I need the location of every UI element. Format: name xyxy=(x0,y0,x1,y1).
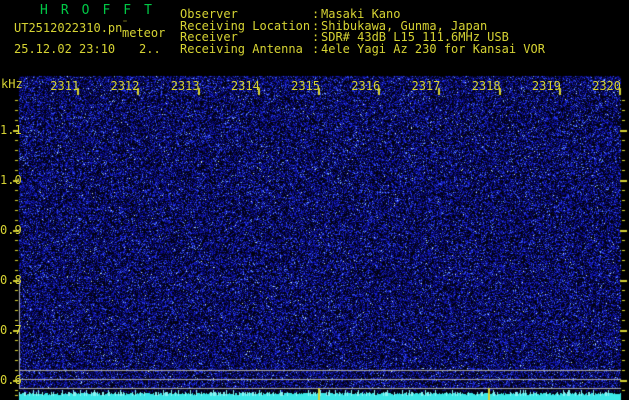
y-axis-tick-label: 0.9 xyxy=(0,223,22,237)
y-axis-tick-label: 0.6 xyxy=(0,373,22,387)
y-axis-unit-label: kHz xyxy=(1,77,23,91)
station-info-row: Receiving Antenna:4ele Yagi Az 230 for K… xyxy=(180,38,545,56)
x-axis-tick-label: 2314 xyxy=(230,79,260,93)
x-axis-tick-label: 2315 xyxy=(291,79,320,93)
info-separator: : xyxy=(312,42,320,56)
y-axis-tick-label: 0.8 xyxy=(0,273,22,287)
datetime-label: 25.12.02 23:10 xyxy=(14,42,116,56)
x-axis-tick-label: 2317 xyxy=(411,79,441,93)
x-axis-tick-label: 2313 xyxy=(170,79,200,93)
station-info-row: Observer: Masaki Kano xyxy=(180,3,400,21)
x-axis-tick-label: 2312 xyxy=(110,79,140,93)
filename-label: UT2512022310.pn xyxy=(14,21,123,35)
counter-label: 2.. xyxy=(139,42,161,56)
x-axis-tick-label: 2318 xyxy=(471,79,501,93)
spectrogram-canvas xyxy=(0,0,629,400)
y-axis-tick-label: 1.1 xyxy=(0,123,22,137)
station-info-row: Receiver: SDR# 43dB L15 111.6MHz USB xyxy=(180,26,509,44)
info-label: Receiving Antenna xyxy=(180,42,303,56)
y-axis-tick-label: 0.7 xyxy=(0,323,22,337)
x-axis-tick-label: 2319 xyxy=(531,79,561,93)
hrofft-window: HROFFT UT2512022310.pn ¨ meteor 25.12.02… xyxy=(0,0,629,400)
y-axis-tick-label: 1.0 xyxy=(0,173,22,187)
info-value: 4ele Yagi Az 230 for Kansai VOR xyxy=(321,42,545,56)
x-axis-tick-label: 2320 xyxy=(592,79,621,93)
comment-label: meteor xyxy=(122,26,166,40)
x-axis-tick-label: 2316 xyxy=(351,79,381,93)
x-axis-tick-label: 2311 xyxy=(50,79,80,93)
app-title: HROFFT xyxy=(40,3,165,18)
